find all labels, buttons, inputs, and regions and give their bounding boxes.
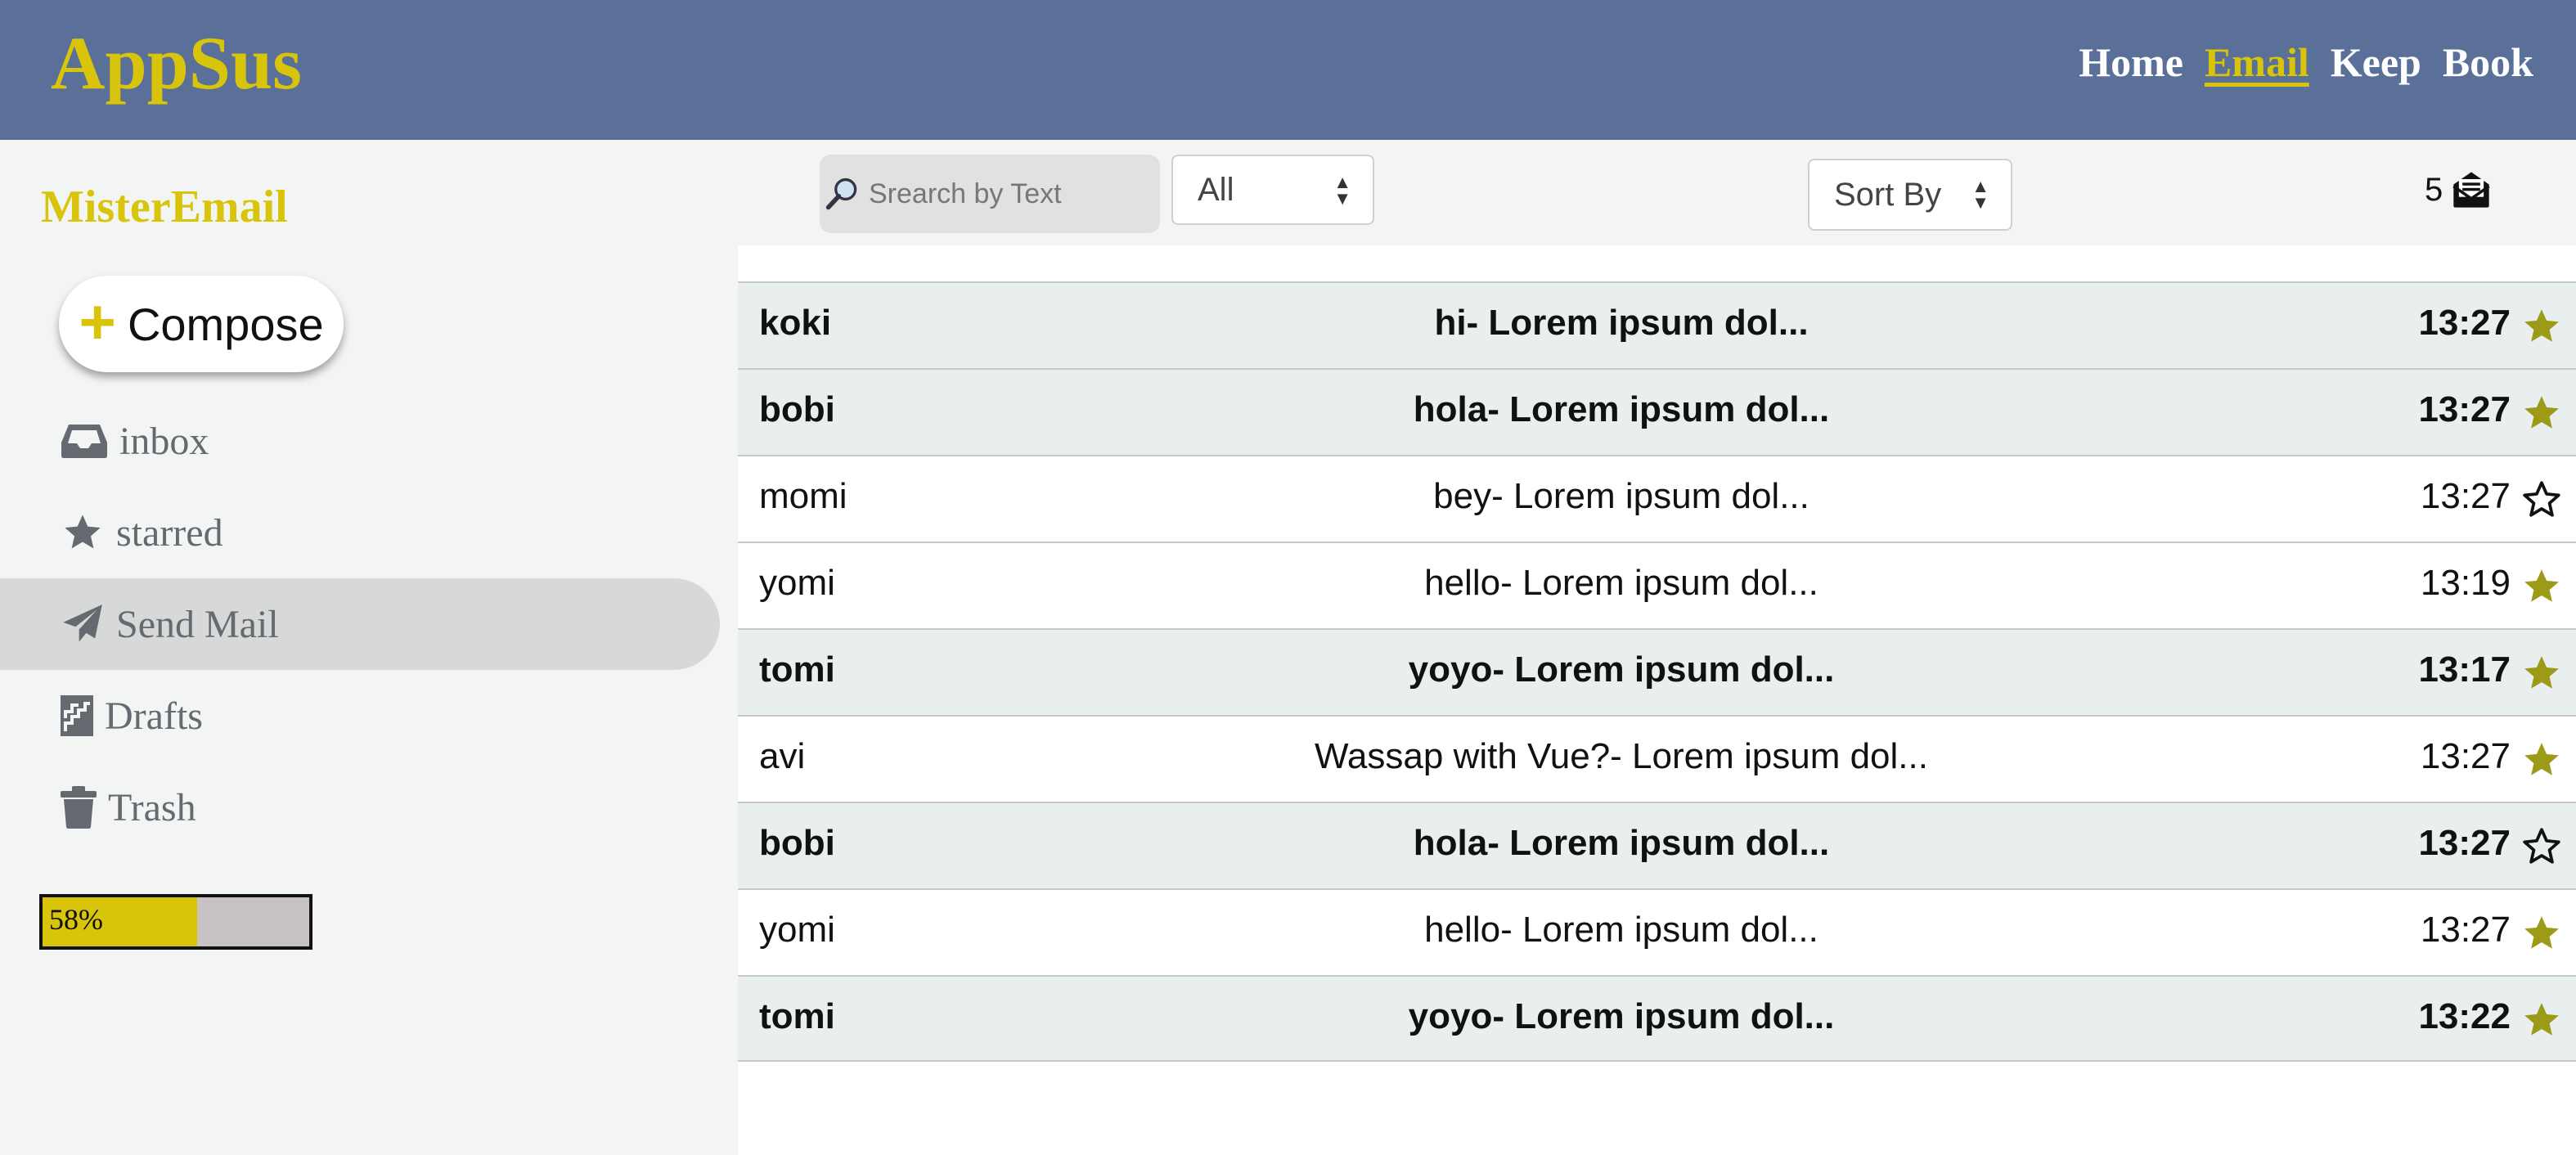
star-outline-icon[interactable] (2520, 826, 2563, 867)
star-filled-icon[interactable] (2520, 393, 2563, 434)
mail-row[interactable]: avi Wassap with Vue?- Lorem ipsum dol... 1… (738, 715, 2576, 802)
sort-value: Sort By (1834, 176, 1942, 213)
sidebar-item-starred[interactable]: starred (0, 487, 720, 578)
filter-value: All (1198, 171, 1234, 208)
mail-time: 13:27 (2418, 823, 2511, 863)
mail-time: 13:27 (2420, 910, 2511, 950)
progress-label: 58% (49, 903, 103, 936)
mail-row[interactable]: bobi hola- Lorem ipsum dol... 13:27 (738, 802, 2576, 888)
mail-time: 13:27 (2418, 389, 2511, 429)
mail-from: avi (759, 736, 806, 776)
star-filled-icon[interactable] (2520, 739, 2563, 780)
sidebar-item-label: starred (116, 510, 223, 555)
star-filled-icon[interactable] (2520, 566, 2563, 607)
sidebar: MisterEmail + Compose inbox starred Send… (0, 140, 736, 1155)
mail-from: momi (759, 476, 847, 516)
mail-from: koki (759, 303, 832, 343)
search-box (820, 155, 1160, 233)
mail-subject: bey- Lorem ipsum dol... (1433, 476, 1809, 516)
app-header: AppSus Home Email Keep Book (0, 0, 2576, 140)
filter-select[interactable]: All ▲ ▼ (1171, 155, 1374, 225)
mail-list: koki hi- Lorem ipsum dol... 13:27 bobi hola-… (738, 245, 2576, 1155)
inbox-icon (61, 425, 107, 458)
star-filled-icon[interactable] (2520, 913, 2563, 954)
mail-row[interactable]: yomi hello- Lorem ipsum dol... 13:19 (738, 542, 2576, 628)
mail-from: yomi (759, 563, 835, 603)
sidebar-item-inbox[interactable]: inbox (0, 395, 720, 487)
mail-time: 13:27 (2418, 303, 2511, 343)
mail-row[interactable]: momi bey- Lorem ipsum dol... 13:27 (738, 455, 2576, 542)
drafts-icon (61, 695, 93, 736)
select-arrows-icon: ▲ ▼ (1971, 176, 1989, 213)
star-filled-icon[interactable] (2520, 1000, 2563, 1040)
mail-time: 13:22 (2418, 996, 2511, 1036)
nav-book[interactable]: Book (2443, 36, 2533, 88)
mail-subject: hi- Lorem ipsum dol... (1434, 303, 1809, 343)
compose-label: Compose (127, 298, 324, 350)
select-arrows-icon: ▲ ▼ (1333, 172, 1351, 209)
trash-icon (61, 786, 97, 829)
mail-time: 13:17 (2418, 649, 2511, 690)
mail-subject: hola- Lorem ipsum dol... (1413, 389, 1830, 429)
mail-from: tomi (759, 649, 835, 690)
sidebar-item-send-mail[interactable]: Send Mail (0, 578, 720, 670)
mail-subject: hello- Lorem ipsum dol... (1424, 563, 1818, 603)
mail-from: yomi (759, 910, 835, 950)
sort-select[interactable]: Sort By ▲ ▼ (1808, 159, 2012, 231)
mail-row[interactable]: koki hi- Lorem ipsum dol... 13:27 (738, 281, 2576, 368)
sidebar-item-trash[interactable]: Trash (0, 762, 720, 853)
app-logo[interactable]: AppSus (51, 18, 302, 108)
mail-subject: hola- Lorem ipsum dol... (1413, 823, 1830, 863)
sidebar-item-label: Drafts (105, 694, 203, 738)
app-title: MisterEmail (41, 182, 288, 232)
nav-keep[interactable]: Keep (2331, 36, 2421, 88)
star-icon (65, 515, 101, 549)
mail-row[interactable]: yomi hello- Lorem ipsum dol... 13:27 (738, 888, 2576, 975)
unread-counter: 5 (2425, 169, 2493, 211)
mail-time: 13:19 (2420, 563, 2511, 603)
main-nav: Home Email Keep Book (2079, 36, 2533, 88)
search-input[interactable] (867, 177, 1149, 211)
mail-from: bobi (759, 389, 835, 429)
mail-subject: Wassap with Vue?- Lorem ipsum dol... (1315, 736, 1928, 776)
plus-icon: + (79, 285, 116, 357)
nav-email[interactable]: Email (2205, 36, 2309, 88)
mail-row[interactable]: bobi hola- Lorem ipsum dol... 13:27 (738, 368, 2576, 455)
star-outline-icon[interactable] (2520, 479, 2563, 520)
mail-time: 13:27 (2420, 736, 2511, 776)
mail-from: bobi (759, 823, 835, 863)
mail-row[interactable]: tomi yoyo- Lorem ipsum dol... 13:17 (738, 628, 2576, 715)
mail-subject: yoyo- Lorem ipsum dol... (1408, 649, 1835, 690)
storage-progress-bar: 58% (39, 894, 312, 950)
envelope-open-text-icon (2452, 172, 2490, 208)
star-filled-icon[interactable] (2520, 653, 2563, 694)
sidebar-item-label: Trash (108, 785, 196, 829)
nav-home[interactable]: Home (2079, 36, 2183, 88)
sidebar-item-label: Send Mail (116, 602, 279, 646)
mail-subject: hello- Lorem ipsum dol... (1424, 910, 1818, 950)
mail-from: tomi (759, 996, 835, 1036)
mail-row[interactable]: tomi yoyo- Lorem ipsum dol... 13:22 (738, 975, 2576, 1062)
magnifier-icon (825, 178, 857, 210)
sidebar-item-drafts[interactable]: Drafts (0, 670, 720, 762)
star-filled-icon[interactable] (2520, 306, 2563, 347)
sidebar-item-label: inbox (119, 419, 209, 463)
unread-count: 5 (2425, 171, 2443, 208)
compose-button[interactable]: + Compose (59, 276, 344, 372)
mail-time: 13:27 (2420, 476, 2511, 516)
paper-plane-icon (63, 604, 102, 642)
mail-subject: yoyo- Lorem ipsum dol... (1408, 996, 1835, 1036)
